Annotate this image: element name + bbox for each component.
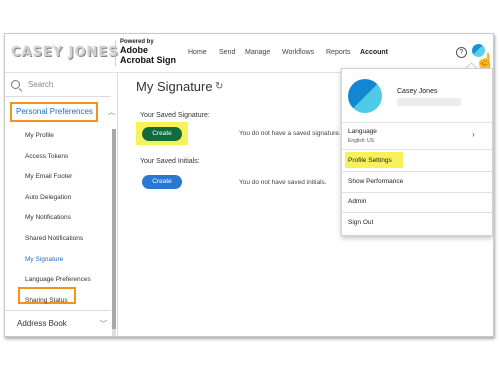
dropdown-divider: [342, 192, 492, 193]
dropdown-admin[interactable]: Admin: [348, 198, 366, 205]
section-personal-preferences[interactable]: Personal Preferences: [10, 102, 98, 122]
section-label: Personal Preferences: [16, 107, 93, 116]
create-signature-button[interactable]: Create: [142, 127, 182, 141]
sidebar-item-auto-delegation[interactable]: Auto Delegation: [25, 194, 71, 201]
sidebar-item-my-profile[interactable]: My Profile: [25, 132, 54, 139]
sidebar-item-my-notifications[interactable]: My Notifications: [25, 214, 71, 221]
sidebar-scrollbar-thumb[interactable]: [112, 129, 116, 329]
section-address-book[interactable]: Address Book: [17, 319, 67, 328]
search-label: Search: [28, 80, 54, 89]
dropdown-divider: [342, 122, 492, 123]
nav-workflows[interactable]: Workflows: [282, 49, 314, 56]
brand-divider: [115, 40, 116, 66]
dropdown-language[interactable]: Language: [348, 128, 377, 135]
nav-send[interactable]: Send: [219, 49, 235, 56]
sidebar-item-access-tokens[interactable]: Access Tokens: [25, 153, 68, 160]
sidebar: Search Personal Preferences ︿ My Profile…: [5, 73, 118, 336]
sidebar-item-language-preferences[interactable]: Language Preferences: [25, 276, 91, 283]
saved-signature-heading: Your Saved Signature:: [140, 112, 210, 119]
dropdown-profile-settings[interactable]: Profile Settings: [348, 157, 392, 164]
refresh-icon[interactable]: ↻: [215, 81, 223, 92]
no-signature-text: You do not have a saved signature.: [239, 130, 341, 137]
nav-manage[interactable]: Manage: [245, 49, 270, 56]
product-name-line2: Acrobat Sign: [120, 55, 177, 65]
sidebar-divider: [5, 96, 111, 97]
sidebar-item-my-email-footer[interactable]: My Email Footer: [25, 173, 72, 180]
dropdown-language-value: English: US: [348, 138, 375, 144]
dropdown-user-name: Casey Jones: [397, 88, 438, 95]
dropdown-divider: [342, 212, 492, 213]
account-dropdown: Casey Jones Language English: US › Profi…: [341, 68, 493, 236]
product-name-line1: Adobe: [120, 45, 148, 55]
dropdown-user-email-redacted: [397, 98, 461, 106]
no-initials-text: You do not have saved initials.: [239, 179, 327, 186]
help-icon[interactable]: ?: [456, 47, 467, 58]
account-logo: CASEY JONES: [11, 45, 119, 60]
sidebar-item-sharing-status[interactable]: Sharing Status: [25, 297, 68, 304]
page-title: My Signature: [136, 79, 213, 94]
brand: Powered by Adobe Acrobat Sign: [120, 39, 176, 65]
avatar-icon: [348, 79, 382, 113]
sidebar-item-my-signature[interactable]: My Signature: [25, 256, 63, 263]
nav-home[interactable]: Home: [188, 49, 207, 56]
saved-initials-heading: Your Saved Initials:: [140, 158, 200, 165]
search-icon: [11, 80, 20, 89]
nav-reports[interactable]: Reports: [326, 49, 351, 56]
dropdown-divider: [342, 171, 492, 172]
app-window: CASEY JONES Powered by Adobe Acrobat Sig…: [4, 33, 494, 337]
sidebar-divider: [5, 310, 111, 311]
chevron-down-icon[interactable]: ﹀: [100, 319, 107, 329]
nav-account[interactable]: Account: [360, 49, 388, 56]
create-initials-button[interactable]: Create: [142, 175, 182, 189]
search-box[interactable]: Search: [9, 80, 109, 94]
chevron-right-icon[interactable]: ›: [472, 130, 475, 139]
dropdown-divider: [342, 149, 492, 150]
dropdown-sign-out[interactable]: Sign Out: [348, 219, 373, 226]
dropdown-show-performance[interactable]: Show Performance: [348, 178, 403, 185]
sidebar-item-shared-notifications[interactable]: Shared Notifications: [25, 235, 83, 242]
chevron-up-icon[interactable]: ︿: [108, 107, 115, 117]
